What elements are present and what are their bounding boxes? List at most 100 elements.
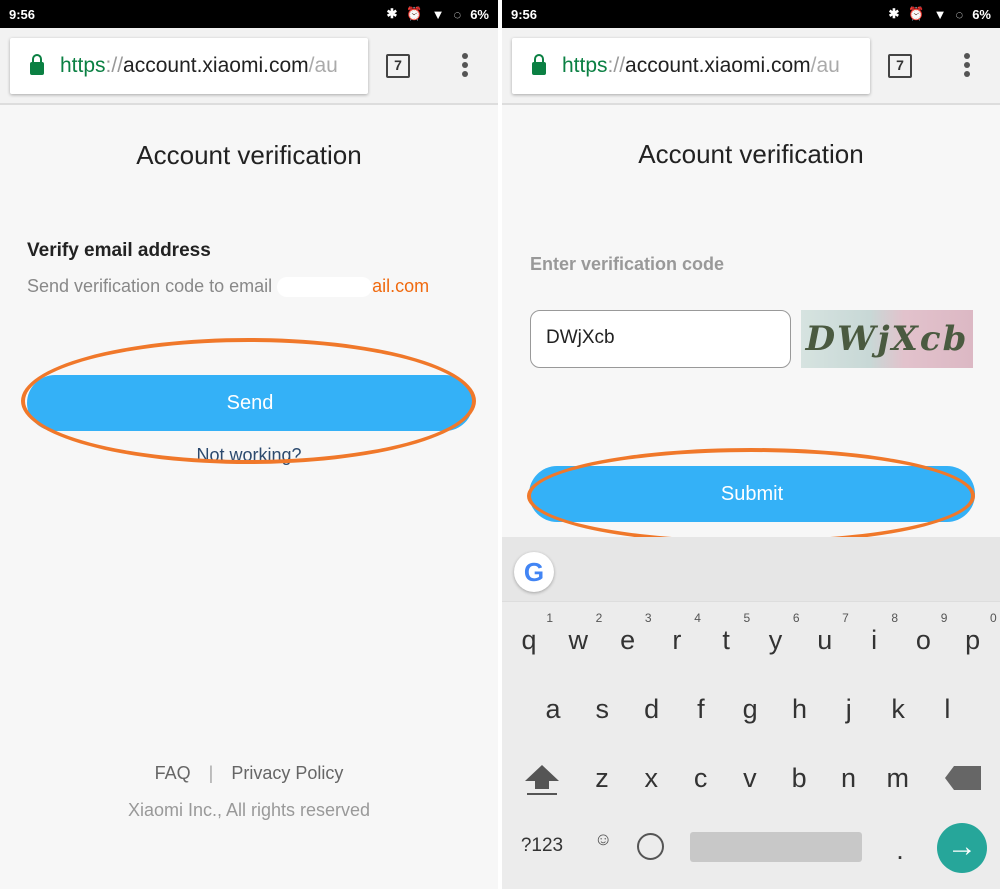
- battery-icon: ◌: [955, 6, 964, 22]
- captcha-image[interactable]: DWjXcb: [801, 310, 973, 368]
- url-scheme: https: [562, 54, 608, 77]
- key-label: c: [693, 763, 708, 793]
- url-rest: /au: [810, 54, 840, 77]
- key-label: i: [871, 625, 878, 655]
- highlight-ellipse: [21, 338, 476, 464]
- key-x[interactable]: x: [631, 763, 671, 794]
- url-rest: /au: [308, 54, 338, 77]
- privacy-link[interactable]: Privacy Policy: [231, 763, 343, 783]
- url-bar[interactable]: https://account.xiaomi.com/au: [10, 38, 368, 94]
- browser-toolbar: https://account.xiaomi.com/au 7: [0, 28, 498, 105]
- more-menu-icon[interactable]: [462, 53, 468, 80]
- backspace-icon[interactable]: [945, 766, 981, 790]
- key-k[interactable]: k: [878, 694, 918, 725]
- key-g[interactable]: g: [730, 694, 770, 725]
- key-b[interactable]: b: [779, 763, 819, 794]
- key-t[interactable]: t5: [706, 611, 750, 656]
- key-z[interactable]: z: [582, 763, 622, 794]
- key-e[interactable]: e3: [608, 611, 652, 656]
- key-hint: 8: [891, 611, 899, 625]
- key-m[interactable]: m: [878, 763, 918, 794]
- verification-code-input[interactable]: DWjXcb: [530, 310, 791, 368]
- key-j[interactable]: j: [829, 694, 869, 725]
- status-bar: 9:56 ✱ ⏰ ▼ ◌ 6%: [502, 0, 1000, 28]
- browser-toolbar: https://account.xiaomi.com/au 7: [502, 28, 1000, 105]
- key-p[interactable]: p0: [953, 611, 997, 656]
- code-label: Enter verification code: [530, 254, 725, 274]
- key-label: n: [840, 763, 857, 793]
- bluetooth-icon: ✱: [888, 6, 900, 21]
- key-label: f: [697, 694, 705, 724]
- page-title: Account verification: [638, 139, 864, 169]
- key-label: o: [915, 625, 931, 655]
- enter-arrow-icon[interactable]: →: [937, 823, 987, 873]
- key-label: d: [644, 694, 660, 724]
- key-h[interactable]: h: [780, 694, 820, 725]
- tab-switcher-button[interactable]: 7: [386, 54, 410, 78]
- key-label: e: [620, 625, 636, 655]
- key-hint: 1: [546, 611, 553, 625]
- key-label: u: [817, 625, 833, 655]
- key-label: s: [595, 694, 610, 724]
- key-label: h: [791, 694, 808, 724]
- suggestion-strip: G: [502, 537, 1000, 602]
- key-f[interactable]: f: [681, 694, 721, 725]
- key-r[interactable]: r4: [657, 611, 701, 656]
- section-heading: Verify email address: [27, 240, 211, 261]
- clock: 9:56: [9, 7, 36, 22]
- key-label: v: [743, 763, 757, 793]
- key-v[interactable]: v: [730, 763, 770, 794]
- key-i[interactable]: i8: [854, 611, 898, 656]
- key-y[interactable]: y6: [756, 611, 800, 656]
- url-host: account.xiaomi.com: [625, 54, 811, 77]
- key-w[interactable]: w2: [558, 611, 603, 656]
- key-label: g: [742, 694, 758, 724]
- key-period[interactable]: .: [880, 835, 920, 866]
- key-label: t: [722, 625, 730, 655]
- highlight-ellipse: [527, 448, 975, 544]
- globe-icon[interactable]: [637, 833, 667, 863]
- key-hint: 3: [644, 611, 652, 625]
- key-q[interactable]: q1: [509, 611, 553, 656]
- copyright: Xiaomi Inc., All rights reserved: [127, 800, 371, 820]
- url-host: account.xiaomi.com: [123, 54, 309, 77]
- key-label: x: [644, 763, 659, 793]
- more-menu-icon[interactable]: [964, 53, 970, 80]
- faq-link[interactable]: FAQ: [155, 763, 191, 783]
- footer-links: FAQ | Privacy Policy: [0, 763, 498, 784]
- key-n[interactable]: n: [829, 763, 869, 794]
- battery-level: 6%: [972, 6, 991, 22]
- right-screen: 9:56 ✱ ⏰ ▼ ◌ 6% https://account.xiaomi.com/au…: [502, 0, 1000, 889]
- key-label: l: [944, 694, 951, 724]
- lock-icon: [532, 53, 546, 75]
- key-l[interactable]: l: [927, 694, 967, 725]
- key-hint: 5: [743, 611, 751, 625]
- key-label: p: [965, 625, 981, 655]
- footer-divider: |: [208, 763, 214, 783]
- key-label: z: [595, 763, 609, 793]
- emoji-icon[interactable]: ☺: [594, 829, 614, 859]
- key-label: y: [768, 625, 783, 655]
- key-c[interactable]: c: [681, 763, 721, 794]
- space-bar[interactable]: [690, 832, 862, 862]
- key-u[interactable]: u7: [805, 611, 849, 656]
- google-icon[interactable]: G: [514, 552, 554, 592]
- shift-icon[interactable]: [524, 761, 560, 801]
- key-o[interactable]: o9: [903, 611, 948, 656]
- key-d[interactable]: d: [632, 694, 672, 725]
- left-screen: 9:56 ✱ ⏰ ▼ ◌ 6% https://account.xiaomi.com/au…: [0, 0, 498, 889]
- url-scheme: https: [60, 54, 106, 77]
- key-s[interactable]: s: [582, 694, 622, 725]
- keyboard: G q 1 w 2 e 3 r 4 t 5 y 6 u 7 i 8 o 9 p 0 a s d f g h j k l z x c v b n m ?1…: [502, 537, 1000, 889]
- url-bar[interactable]: https://account.xiaomi.com/au: [512, 38, 870, 94]
- alarm-icon: ⏰: [406, 6, 423, 21]
- alarm-icon: ⏰: [908, 6, 925, 21]
- key-hint: 9: [940, 611, 948, 625]
- key-a[interactable]: a: [533, 694, 573, 725]
- key-label: m: [886, 763, 910, 793]
- key-label: w: [568, 625, 589, 655]
- page-title: Account verification: [136, 140, 362, 170]
- symbols-key[interactable]: ?123: [514, 835, 570, 857]
- tab-switcher-button[interactable]: 7: [888, 54, 912, 78]
- redacted-email: [277, 277, 373, 298]
